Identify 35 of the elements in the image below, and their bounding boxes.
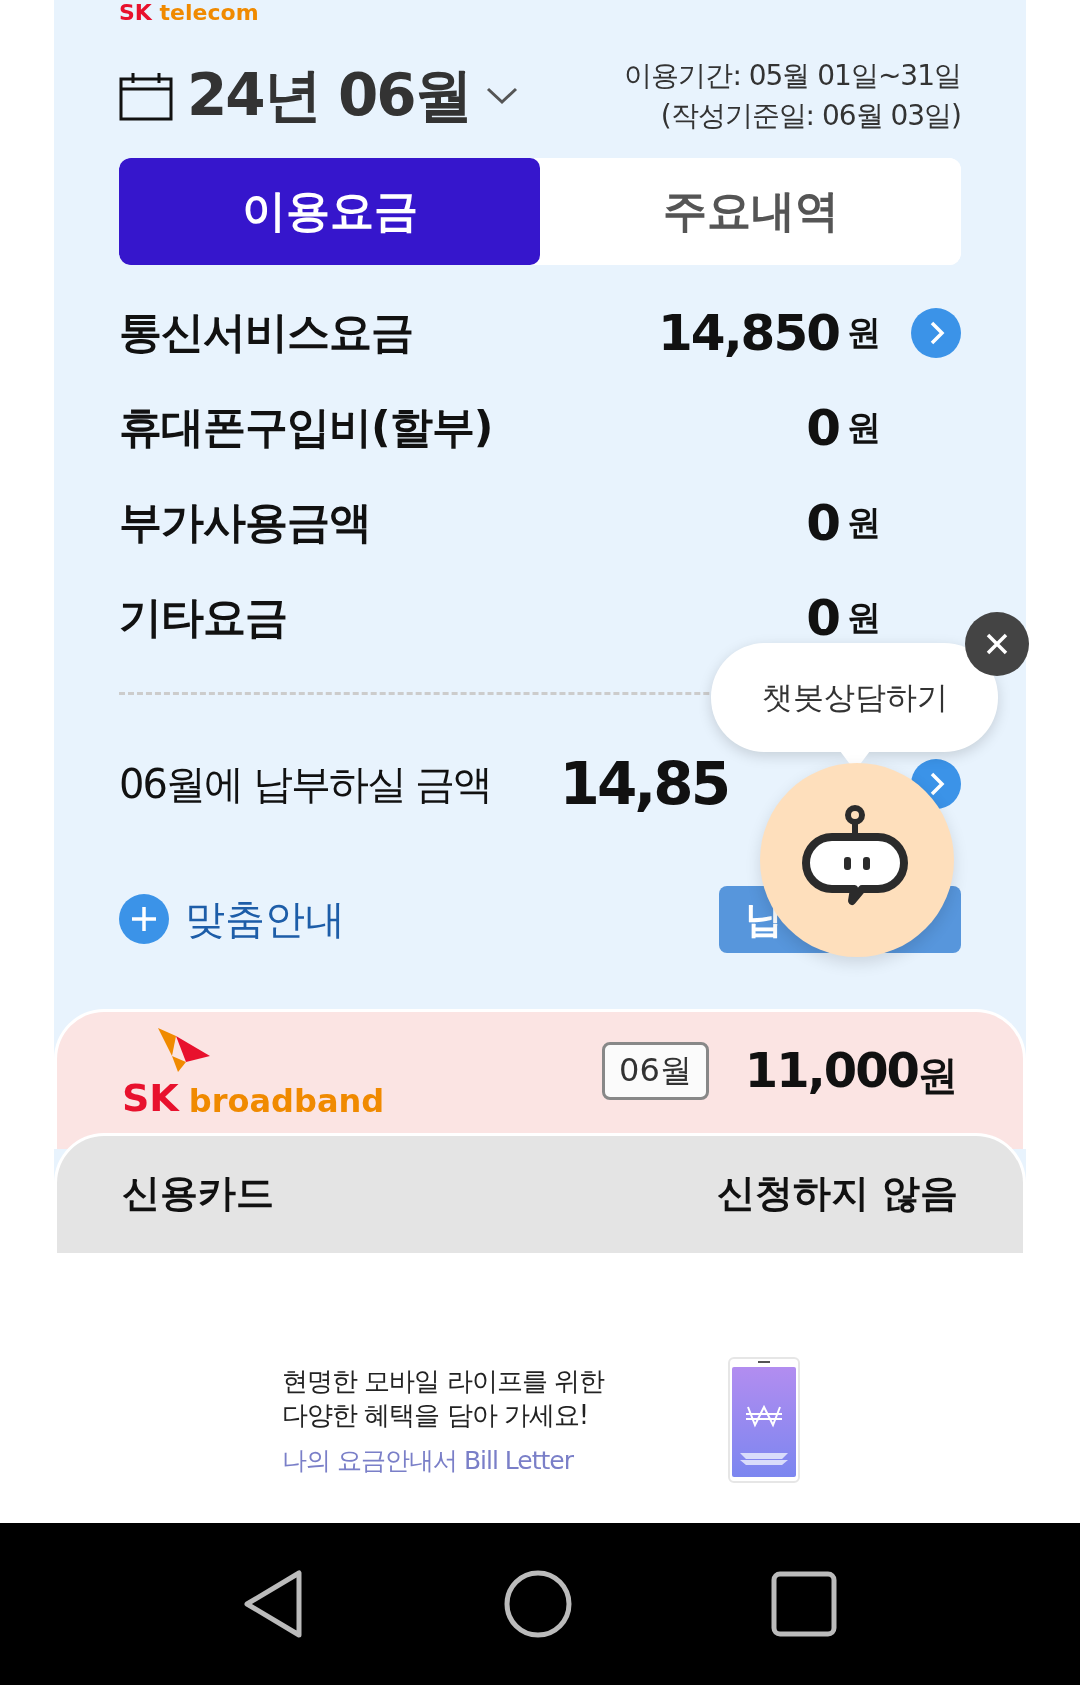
currency-unit: 원 xyxy=(847,595,881,639)
total-amount: 14,85 xyxy=(559,755,728,813)
chevron-down-icon xyxy=(484,86,519,106)
issue-date: (작성기준일: 06월 03일) xyxy=(660,98,961,134)
charge-label: 기타요금 xyxy=(119,590,287,644)
banner-text: 현명한 모바일 라이프를 위한 xyxy=(282,1364,604,1398)
currency-unit: 원 xyxy=(847,500,881,544)
home-icon[interactable] xyxy=(503,1569,573,1639)
currency-unit: 원 xyxy=(918,1052,958,1100)
bill-letter-link[interactable]: 나의 요금안내서 Bill Letter xyxy=(282,1443,604,1477)
currency-unit: 원 xyxy=(847,405,881,449)
charge-amount: 14,850 xyxy=(658,303,839,362)
speech-bubble-tooltip[interactable]: 챗봇상담하기 xyxy=(711,643,998,752)
close-icon xyxy=(986,633,1008,655)
usage-period: 이용기간: 05월 01일~31일 xyxy=(624,58,961,94)
broadband-amount: 11,000 xyxy=(744,1042,918,1098)
charge-amount: 0 xyxy=(806,398,839,457)
charge-label: 부가사용금액 xyxy=(119,495,371,549)
total-label: 06월에 납부하실 금액 xyxy=(119,759,492,809)
payment-label: 신용카드 xyxy=(122,1170,274,1217)
tab[interactable]: 이용요금 xyxy=(119,158,540,265)
month-tag: 06월 xyxy=(602,1042,709,1100)
banner-text: 다양한 혜택을 담아 가세요! xyxy=(282,1398,590,1432)
charge-label: 통신서비스요금 xyxy=(119,305,413,359)
plus-icon xyxy=(119,894,169,944)
calendar-icon xyxy=(119,71,173,121)
guide-link[interactable]: 맞춤안내 xyxy=(119,891,345,947)
brand-logo: SK telecom xyxy=(119,0,259,26)
currency-unit: 원 xyxy=(847,310,881,354)
month-selector[interactable]: 24년 06월 xyxy=(187,57,471,135)
payment-value: 신청하지 않음 xyxy=(716,1170,958,1217)
recents-icon[interactable] xyxy=(769,1569,839,1639)
charge-amount: 0 xyxy=(806,493,839,552)
charge-label: 휴대폰구입비(할부) xyxy=(119,400,493,454)
chevron-right-icon[interactable] xyxy=(911,307,961,358)
